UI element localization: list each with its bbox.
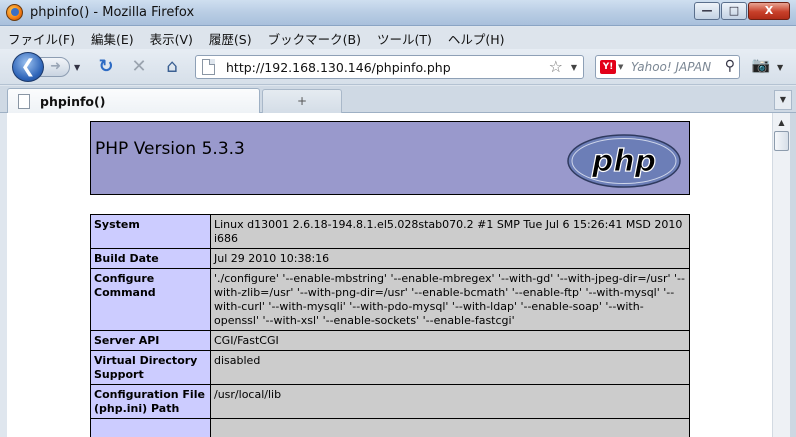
php-header: PHP Version 5.3.3 php [90, 121, 690, 195]
window-title: phpinfo() - Mozilla Firefox [30, 5, 195, 20]
search-input[interactable]: Yahoo! JAPAN [631, 60, 711, 74]
search-bar[interactable]: Y! ▼ Yahoo! JAPAN ⚲ [595, 55, 740, 79]
tab-label: phpinfo() [40, 94, 106, 109]
engine-dropdown-icon[interactable]: ▼ [618, 63, 623, 71]
page-icon [202, 59, 215, 75]
reload-icon[interactable]: ↻ [94, 55, 118, 79]
table-row: Server API CGI/FastCGI [90, 330, 690, 351]
tab-list-dropdown-icon[interactable]: ▼ [774, 90, 792, 110]
table-row [90, 418, 690, 437]
new-tab-button[interactable]: + [262, 89, 342, 113]
arrow-left-icon: ❮ [20, 56, 36, 77]
row-key: Configuration File (php.ini) Path [90, 384, 211, 419]
table-row: Build Date Jul 29 2010 10:38:16 [90, 248, 690, 269]
tab-phpinfo[interactable]: phpinfo() [7, 88, 260, 114]
menu-bookmarks[interactable]: ブックマーク(B) [268, 29, 361, 48]
php-logo-text: php [591, 144, 656, 179]
table-row: Virtual Directory Support disabled [90, 350, 690, 385]
camera-icon[interactable]: 📷 [750, 56, 772, 76]
firefox-window: phpinfo() - Mozilla Firefox — □ X ファイル(F… [0, 0, 796, 437]
row-value: CGI/FastCGI [210, 330, 690, 351]
window-frame [790, 113, 796, 437]
row-key: Server API [90, 330, 211, 351]
row-value: Linux d13001 2.6.18-194.8.1.el5.028stab0… [210, 214, 690, 249]
table-row: Configuration File (php.ini) Path /usr/l… [90, 384, 690, 419]
url-input[interactable]: http://192.168.130.146/phpinfo.php [226, 60, 451, 75]
navigation-toolbar: ➜ ❮ ▼ ↻ ✕ ⌂ http://192.168.130.146/phpin… [0, 49, 796, 85]
close-button[interactable]: X [748, 2, 790, 20]
home-icon[interactable]: ⌂ [160, 55, 184, 79]
row-key: System [90, 214, 211, 249]
bookmark-star-icon[interactable]: ☆ [549, 57, 563, 76]
history-dropdown-icon[interactable]: ▼ [74, 63, 80, 72]
menu-tools[interactable]: ツール(T) [377, 29, 432, 48]
menu-file[interactable]: ファイル(F) [8, 29, 75, 48]
arrow-right-icon: ➜ [50, 59, 61, 74]
yahoo-engine-icon[interactable]: Y! [600, 60, 616, 74]
row-value: './configure' '--enable-mbstring' '--ena… [210, 268, 690, 331]
row-key [90, 418, 211, 437]
row-value: Jul 29 2010 10:38:16 [210, 248, 690, 269]
row-key: Virtual Directory Support [90, 350, 211, 385]
title-bar[interactable]: phpinfo() - Mozilla Firefox — □ X [0, 0, 796, 26]
page-content: PHP Version 5.3.3 php System Linux d1300… [7, 113, 772, 437]
menu-bar: ファイル(F) 編集(E) 表示(V) 履歴(S) ブックマーク(B) ツール(… [0, 27, 796, 49]
firefox-icon [6, 4, 23, 21]
scroll-up-icon[interactable]: ▲ [774, 115, 789, 130]
window-controls: — □ X [693, 2, 790, 20]
stop-icon[interactable]: ✕ [127, 55, 151, 79]
row-value: /usr/local/lib [210, 384, 690, 419]
php-logo: php [567, 134, 681, 188]
table-row: System Linux d13001 2.6.18-194.8.1.el5.0… [90, 214, 690, 249]
info-table: System Linux d13001 2.6.18-194.8.1.el5.0… [90, 214, 690, 437]
menu-view[interactable]: 表示(V) [150, 29, 193, 48]
back-button[interactable]: ❮ [12, 52, 44, 82]
scroll-thumb[interactable] [774, 131, 789, 151]
tools-dropdown-icon[interactable]: ▼ [777, 63, 783, 72]
row-value [210, 418, 690, 437]
minimize-button[interactable]: — [694, 2, 720, 20]
vertical-scrollbar[interactable]: ▲ [772, 113, 790, 437]
row-value: disabled [210, 350, 690, 385]
tab-bar: phpinfo() + ▼ [0, 86, 796, 114]
menu-edit[interactable]: 編集(E) [91, 29, 134, 48]
row-key: Build Date [90, 248, 211, 269]
url-dropdown-icon[interactable]: ▼ [571, 63, 577, 72]
menu-history[interactable]: 履歴(S) [209, 29, 252, 48]
menu-help[interactable]: ヘルプ(H) [448, 29, 505, 48]
php-version-title: PHP Version 5.3.3 [95, 139, 245, 159]
url-bar[interactable]: http://192.168.130.146/phpinfo.php ☆ ▼ [195, 55, 584, 79]
row-key: Configure Command [90, 268, 211, 331]
page-icon [18, 94, 30, 109]
table-row: Configure Command './configure' '--enabl… [90, 268, 690, 331]
maximize-button[interactable]: □ [721, 2, 747, 20]
search-icon[interactable]: ⚲ [725, 58, 735, 74]
